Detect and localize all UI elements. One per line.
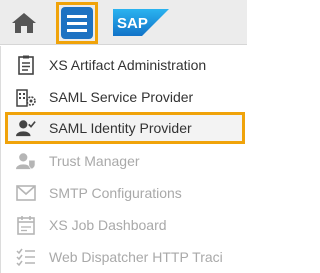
menu-item-trust-manager[interactable]: Trust Manager xyxy=(5,145,248,177)
menu-item-xs-job-dashboard[interactable]: XS Job Dashboard xyxy=(5,209,248,241)
menu-item-xs-artifact-administration[interactable]: XS Artifact Administration xyxy=(5,49,248,81)
menu-item-label: XS Job Dashboard xyxy=(49,217,167,233)
user-check-icon xyxy=(16,118,36,138)
menu-item-web-dispatcher-http-tracing[interactable]: Web Dispatcher HTTP Traci xyxy=(5,241,248,273)
building-gear-icon xyxy=(16,87,36,107)
sap-logo: SAP xyxy=(113,9,169,36)
menu-item-label: XS Artifact Administration xyxy=(49,57,207,73)
sap-logo-text: SAP xyxy=(117,15,148,32)
top-bar: SAP xyxy=(0,0,247,45)
menu-item-smtp-configurations[interactable]: SMTP Configurations xyxy=(5,177,248,209)
home-button[interactable] xyxy=(4,4,44,42)
menu-item-label: Web Dispatcher HTTP Traci xyxy=(49,249,223,265)
navigation-menu: XS Artifact Administration SAML Service … xyxy=(0,46,247,273)
menu-button[interactable] xyxy=(56,2,98,44)
home-icon xyxy=(12,13,36,33)
user-shield-icon xyxy=(16,151,36,171)
email-icon xyxy=(16,183,36,203)
menu-item-label: SMTP Configurations xyxy=(49,185,182,201)
menu-item-label: Trust Manager xyxy=(49,153,140,169)
hamburger-menu-icon xyxy=(61,7,93,39)
menu-item-label: SAML Service Provider xyxy=(49,89,194,105)
clipboard-list-icon xyxy=(16,55,36,75)
menu-item-saml-identity-provider[interactable]: SAML Identity Provider xyxy=(5,112,245,144)
menu-item-label: SAML Identity Provider xyxy=(49,120,192,136)
calendar-icon xyxy=(16,215,36,235)
checklist-icon xyxy=(16,247,36,267)
menu-item-saml-service-provider[interactable]: SAML Service Provider xyxy=(5,81,248,113)
